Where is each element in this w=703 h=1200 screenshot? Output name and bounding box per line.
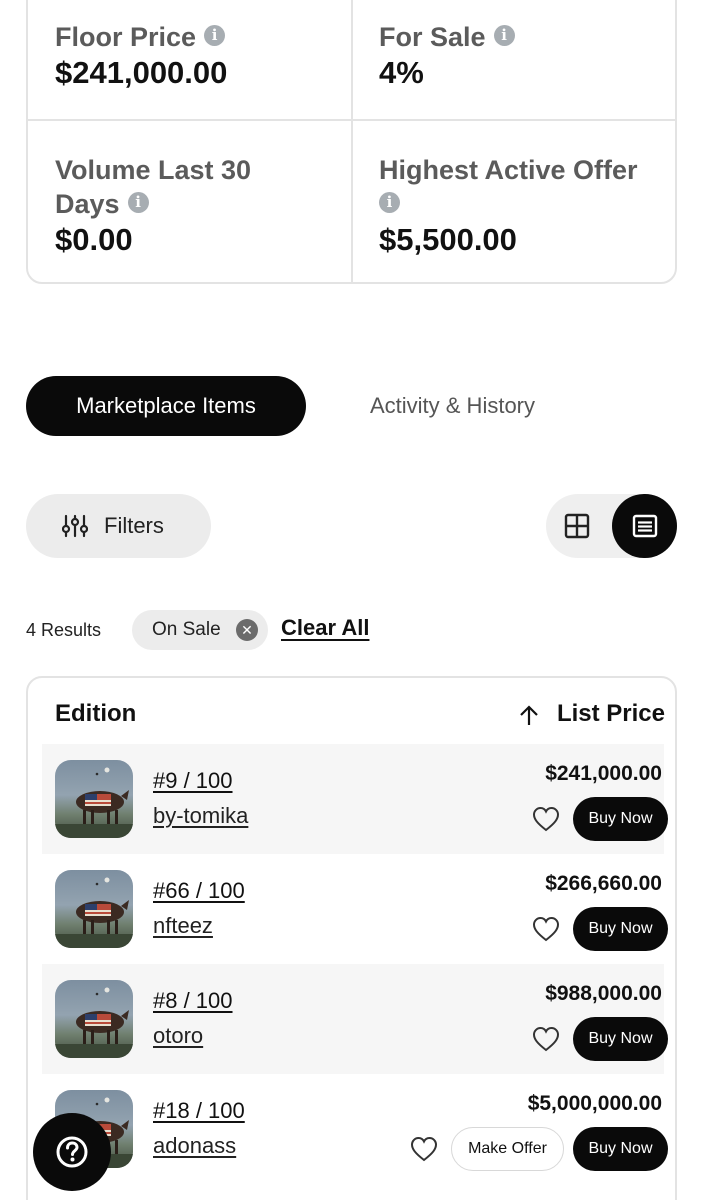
stat-label-cont: Days <box>55 189 120 219</box>
stats-divider-vertical <box>351 0 353 282</box>
owner-link[interactable]: adonass <box>153 1133 236 1159</box>
artwork-thumbnail[interactable] <box>55 760 133 838</box>
clear-all-link[interactable]: Clear All <box>281 615 369 641</box>
grid-view-icon[interactable] <box>564 513 590 539</box>
stat-for-sale: For Sale i 4% <box>379 20 515 92</box>
question-icon <box>56 1136 88 1168</box>
heart-icon[interactable] <box>532 1026 560 1052</box>
owner-link[interactable]: otoro <box>153 1023 203 1049</box>
heart-icon[interactable] <box>532 806 560 832</box>
list-view-icon <box>632 514 658 538</box>
table-row: #18 / 100 adonass $5,000,000.00 Make Off… <box>42 1074 668 1184</box>
stat-label: Volume Last 30 <box>55 155 252 185</box>
stats-divider-horizontal <box>28 119 675 121</box>
artwork-thumbnail[interactable] <box>55 870 133 948</box>
stat-value: $241,000.00 <box>55 55 228 90</box>
results-count: 4 Results <box>26 620 102 640</box>
info-icon[interactable]: i <box>379 192 400 213</box>
edition-link[interactable]: #8 / 100 <box>153 988 233 1014</box>
info-icon[interactable]: i <box>493 25 515 46</box>
edition-link[interactable]: #18 / 100 <box>153 1098 245 1124</box>
filters-button[interactable]: Filters <box>26 494 211 558</box>
buy-now-button[interactable]: Buy Now <box>573 1017 668 1061</box>
stats-panel: Floor Price i $241,000.00 For Sale i 4% Vo… <box>26 0 677 284</box>
buy-now-button[interactable]: Buy Now <box>573 907 668 951</box>
table-row: #66 / 100 nfteez $266,660.00 Buy Now <box>42 854 668 964</box>
close-icon[interactable]: ✕ <box>236 619 258 641</box>
column-header-list-price[interactable]: List Price <box>557 700 665 728</box>
stat-value: $0.00 <box>55 222 133 257</box>
stat-volume: Volume Last 30 Days i $0.00 <box>55 153 251 259</box>
list-price: $241,000.00 <box>545 762 662 785</box>
table-row: #8 / 100 otoro $988,000.00 Buy Now <box>42 964 668 1074</box>
stat-value: 4% <box>379 55 424 90</box>
tab-marketplace-items[interactable]: Marketplace Items <box>26 376 306 436</box>
owner-link[interactable]: nfteez <box>153 913 213 939</box>
heart-icon[interactable] <box>410 1136 438 1162</box>
tab-activity-history[interactable]: Activity & History <box>340 376 565 436</box>
list-price: $988,000.00 <box>545 982 662 1005</box>
column-header-edition: Edition <box>55 700 137 727</box>
stat-label: For Sale <box>379 22 486 52</box>
heart-icon[interactable] <box>532 916 560 942</box>
sliders-icon <box>62 514 88 538</box>
artwork-thumbnail[interactable] <box>55 980 133 1058</box>
listings-table: Edition List Price #9 / 100 by-tomika $2… <box>26 676 677 1200</box>
filter-chip-on-sale[interactable]: On Sale ✕ <box>132 610 268 650</box>
edition-link[interactable]: #9 / 100 <box>153 768 233 794</box>
help-button[interactable] <box>33 1113 111 1191</box>
chip-label: On Sale <box>152 619 221 640</box>
owner-link[interactable]: by-tomika <box>153 803 248 829</box>
make-offer-button[interactable]: Make Offer <box>451 1127 564 1171</box>
stat-highest-offer: Highest Active Offer i $5,500.00 <box>379 153 638 259</box>
table-row: #9 / 100 by-tomika $241,000.00 Buy Now <box>42 744 668 854</box>
list-price: $5,000,000.00 <box>527 1092 662 1115</box>
stat-value: $5,500.00 <box>379 222 517 257</box>
stat-label: Highest Active Offer <box>379 155 638 185</box>
buy-now-button[interactable]: Buy Now <box>573 1127 668 1171</box>
list-view-button[interactable] <box>612 494 677 558</box>
info-icon[interactable]: i <box>127 192 149 213</box>
stat-floor-price: Floor Price i $241,000.00 <box>55 20 227 92</box>
buy-now-button[interactable]: Buy Now <box>573 797 668 841</box>
info-icon[interactable]: i <box>204 25 226 46</box>
view-toggle <box>546 494 677 558</box>
filters-label: Filters <box>104 513 164 538</box>
stat-label: Floor Price <box>55 22 197 52</box>
sort-arrow-up-icon[interactable] <box>519 704 539 726</box>
edition-link[interactable]: #66 / 100 <box>153 878 245 904</box>
list-price: $266,660.00 <box>545 872 662 895</box>
